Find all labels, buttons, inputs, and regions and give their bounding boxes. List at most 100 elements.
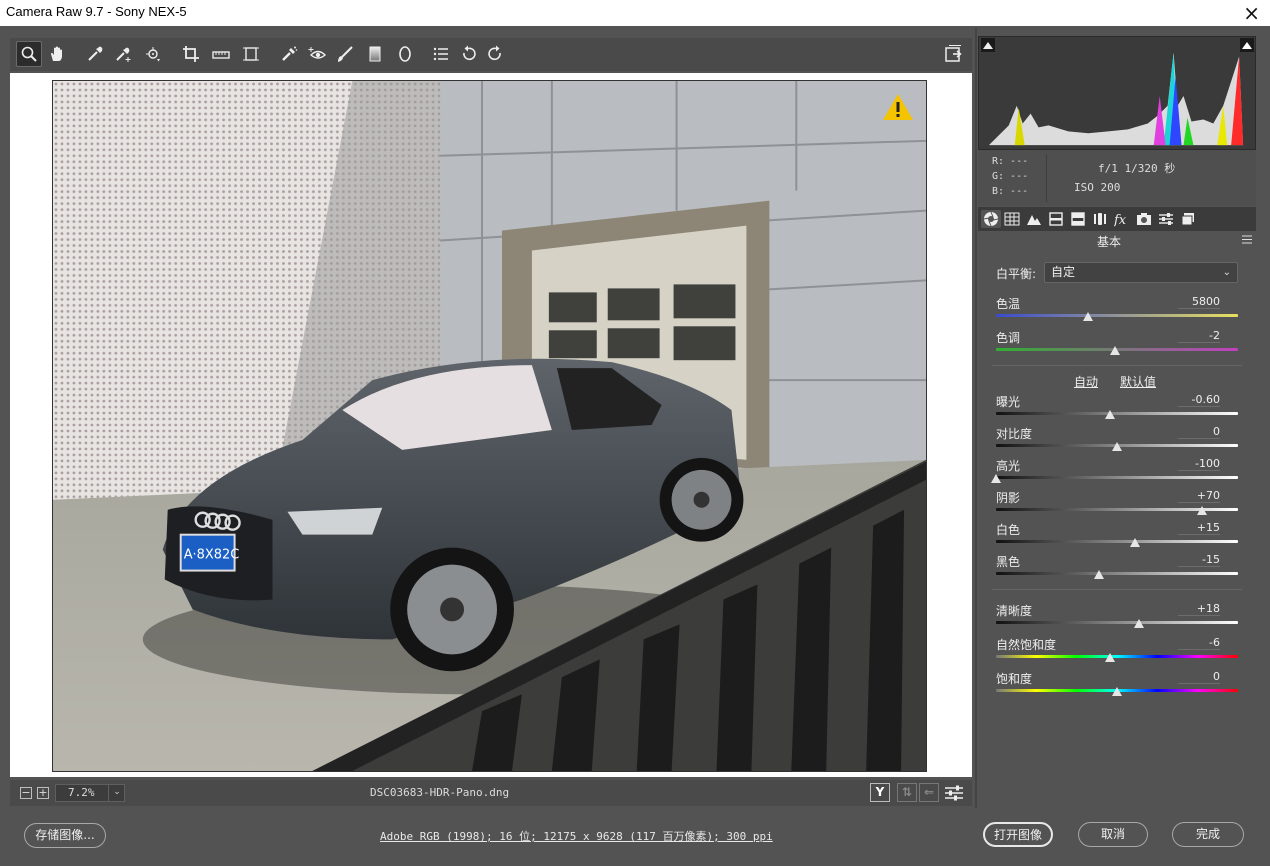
shadow-clipping-icon[interactable] [981, 38, 995, 52]
transform-tool[interactable] [238, 41, 264, 67]
cancel-button[interactable]: 取消 [1078, 822, 1148, 847]
white-balance-tool[interactable] [82, 41, 108, 67]
tab-hsl[interactable] [1046, 210, 1066, 228]
spot-removal-icon [282, 46, 298, 61]
brush-icon [338, 46, 353, 62]
zoom-out-button[interactable]: − [20, 787, 32, 799]
before-after-toggle[interactable]: Y [870, 783, 890, 802]
save-image-button[interactable]: 存储图像... [24, 823, 106, 848]
straighten-tool[interactable] [208, 41, 234, 67]
exposure-slider-thumb[interactable] [1104, 410, 1115, 419]
tab-lens-corrections[interactable] [1090, 210, 1110, 228]
targeted-adjustment-tool[interactable] [140, 41, 166, 67]
zoom-tool[interactable] [16, 41, 42, 67]
panel-menu-icon[interactable] [1242, 235, 1252, 244]
workflow-options-link[interactable]: Adobe RGB (1998); 16 位; 12175 x 9628 (11… [380, 828, 820, 844]
temperature-slider-thumb[interactable] [1082, 312, 1093, 321]
shadows-slider-thumb[interactable] [1196, 506, 1207, 515]
swap-settings-icon[interactable]: ⇅ [897, 783, 917, 802]
copy-settings-icon[interactable]: ⇐ [919, 783, 939, 802]
open-image-button[interactable]: 打开图像 [983, 822, 1053, 847]
rotate-ccw-icon [463, 45, 476, 61]
warning-icon[interactable] [882, 92, 914, 122]
hand-tool[interactable] [44, 41, 70, 67]
fullscreen-toggle[interactable] [940, 41, 966, 67]
rgb-readout: R: --- G: --- B: --- [992, 154, 1028, 199]
tab-effects[interactable]: fx [1112, 210, 1132, 228]
rotate-cw-icon [488, 45, 501, 61]
tint-slider-thumb[interactable] [1109, 346, 1120, 355]
blacks-slider-track[interactable] [996, 572, 1238, 575]
chevron-down-icon[interactable]: ⌄ [108, 784, 125, 802]
toolbar [10, 38, 972, 71]
rotate-left-tool[interactable] [456, 41, 482, 67]
clarity-value-field[interactable]: +18 [1178, 602, 1220, 616]
highlights-slider-track[interactable] [996, 476, 1238, 479]
auto-button[interactable]: 自动 [1074, 373, 1098, 390]
vibrance-slider-thumb[interactable] [1104, 653, 1115, 662]
clarity-slider-track[interactable] [996, 621, 1238, 624]
vibrance-label: 自然饱和度 [996, 638, 1057, 652]
tint-value-field[interactable]: -2 [1178, 329, 1220, 343]
vibrance-slider-track[interactable] [996, 655, 1238, 658]
tab-presets[interactable] [1156, 210, 1176, 228]
exposure-label: 曝光 [996, 395, 1021, 409]
tab-split-toning[interactable] [1068, 210, 1088, 228]
zoom-in-button[interactable]: + [37, 787, 49, 799]
camera-icon [1137, 213, 1151, 225]
divider [992, 589, 1242, 590]
export-icon [945, 45, 962, 62]
radial-filter-tool[interactable] [392, 41, 418, 67]
exposure-slider-row: 曝光 -0.60 [996, 393, 1238, 425]
temperature-slider-track[interactable] [996, 314, 1238, 317]
exposure-slider-track[interactable] [996, 412, 1238, 415]
highlights-value-field[interactable]: -100 [1178, 457, 1220, 471]
magnifier-icon [21, 46, 37, 62]
exposure-value-field[interactable]: -0.60 [1178, 393, 1220, 407]
color-sampler-icon [116, 47, 131, 62]
shadows-value-field[interactable]: +70 [1178, 489, 1220, 503]
temperature-value-field[interactable]: 5800 [1178, 295, 1220, 309]
preferences-tool[interactable] [428, 41, 454, 67]
clarity-slider-thumb[interactable] [1133, 619, 1144, 628]
image-preview[interactable]: A·8X82C [10, 73, 972, 777]
crop-tool[interactable] [178, 41, 204, 67]
whites-slider-thumb[interactable] [1130, 538, 1141, 547]
highlights-slider-row: 高光 -100 [991, 457, 1238, 489]
contrast-value-field[interactable]: 0 [1178, 425, 1220, 439]
close-button[interactable]: × [1243, 0, 1260, 26]
highlight-clipping-icon[interactable] [1240, 38, 1254, 52]
blacks-label: 黑色 [996, 555, 1021, 569]
panel-tabs: fx [978, 207, 1256, 231]
adjustment-brush-tool[interactable] [332, 41, 358, 67]
contrast-slider-thumb[interactable] [1112, 442, 1122, 451]
default-button[interactable]: 默认值 [1120, 373, 1156, 390]
rotate-right-tool[interactable] [482, 41, 508, 67]
highlights-slider-thumb[interactable] [991, 474, 1001, 483]
tab-camera-calibration[interactable] [1134, 210, 1154, 228]
tab-detail[interactable] [1024, 210, 1044, 228]
red-readout: R: --- [992, 156, 1029, 167]
whites-label: 白色 [996, 523, 1021, 537]
hsl-icon [1049, 212, 1063, 226]
tab-basic[interactable] [981, 210, 1001, 228]
view-settings-icon[interactable] [944, 784, 964, 802]
white-balance-select[interactable]: 自定 ⌄ [1044, 262, 1238, 283]
whites-value-field[interactable]: +15 [1178, 521, 1220, 535]
blacks-value-field[interactable]: -15 [1178, 553, 1220, 567]
done-button[interactable]: 完成 [1172, 822, 1244, 847]
saturation-value-field[interactable]: 0 [1178, 670, 1220, 684]
spot-removal-tool[interactable] [276, 41, 302, 67]
whites-slider-track[interactable] [996, 540, 1238, 543]
red-eye-tool[interactable] [304, 41, 330, 67]
tab-snapshots[interactable] [1178, 210, 1198, 228]
panel-scrollbar[interactable] [1257, 231, 1267, 806]
blacks-slider-thumb[interactable] [1093, 570, 1104, 579]
vibrance-value-field[interactable]: -6 [1178, 636, 1220, 650]
histogram [978, 36, 1256, 150]
grid-curve-icon [1004, 212, 1020, 226]
graduated-filter-tool[interactable] [362, 41, 388, 67]
saturation-slider-thumb[interactable] [1112, 687, 1122, 696]
tab-tone-curve[interactable] [1002, 210, 1022, 228]
color-sampler-tool[interactable] [110, 41, 136, 67]
